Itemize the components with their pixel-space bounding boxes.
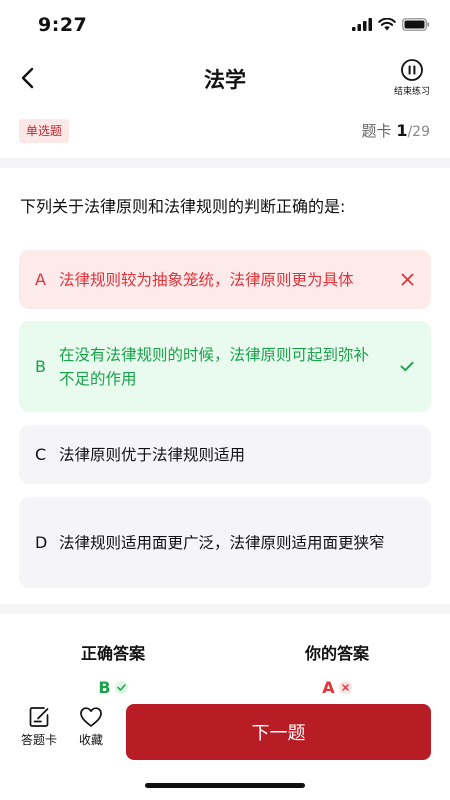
end-practice-label: 结束练习 (393, 87, 430, 97)
page-title: 法学 (204, 68, 246, 92)
check-icon (400, 361, 414, 372)
answer-card-button[interactable]: 答题卡 (16, 706, 62, 748)
question-meta: 单选题 题卡 1/29 (0, 116, 450, 148)
home-indicator (145, 783, 305, 788)
pause-circle-icon (401, 59, 423, 81)
answer-card-label: 答题卡 (20, 733, 57, 747)
card-counter-total: /29 (407, 124, 430, 140)
question-type-badge: 单选题 (19, 119, 70, 143)
option-c[interactable]: C 法律原则优于法律规则适用 (19, 425, 431, 484)
favorite-button[interactable]: 收藏 (68, 706, 114, 748)
correct-answer-block: 正确答案 B (43, 640, 183, 697)
wifi-icon (378, 18, 396, 31)
cross-icon (401, 273, 413, 286)
divider (0, 604, 450, 614)
option-letter: C (35, 445, 47, 464)
correct-answer-label: 正确答案 (80, 644, 145, 663)
card-counter-prefix: 题卡 (361, 122, 392, 140)
heart-icon (80, 707, 102, 727)
my-answer-label: 你的答案 (304, 644, 369, 663)
divider (0, 158, 450, 168)
answer-card-icon (29, 707, 49, 727)
answer-summary: 正确答案 B 你的答案 A (0, 630, 450, 700)
cross-circle-icon (338, 681, 352, 694)
favorite-label: 收藏 (78, 733, 103, 747)
option-text: 法律原则优于法律规则适用 (59, 445, 246, 464)
check-circle-icon (114, 681, 128, 694)
correct-answer-value: B (98, 678, 111, 697)
bottom-bar: 答题卡 收藏 下一题 (0, 700, 450, 770)
status-icons (352, 18, 430, 31)
question-text: 下列关于法律原则和法律规则的判断正确的是: (20, 197, 346, 216)
option-letter: D (35, 533, 48, 552)
card-counter-current: 1 (396, 121, 408, 140)
option-text: 法律规则适用面更广泛，法律原则适用面更狭窄 (59, 533, 385, 552)
my-answer-block: 你的答案 A (267, 640, 407, 697)
status-time: 9:27 (38, 14, 88, 36)
option-d[interactable]: D 法律规则适用面更广泛，法律原则适用面更狭窄 (19, 497, 431, 588)
end-practice-button[interactable]: 结束练习 (388, 58, 436, 97)
option-b[interactable]: B 在没有法律规则的时候，法律原则可起到弥补不足的作用 (19, 321, 431, 412)
my-answer-value: A (322, 678, 335, 697)
status-bar: 9:27 (0, 0, 450, 52)
next-question-button[interactable]: 下一题 (126, 704, 431, 760)
option-letter: A (35, 270, 46, 289)
option-text: 法律规则较为抽象笼统，法律原则更为具体 (59, 270, 354, 289)
option-a[interactable]: A 法律规则较为抽象笼统，法律原则更为具体 (19, 250, 431, 309)
option-text: 在没有法律规则的时候，法律原则可起到弥补不足的作用 (59, 345, 370, 388)
signal-icon (352, 18, 372, 31)
option-letter: B (35, 357, 46, 376)
card-counter[interactable]: 题卡 1/29 (362, 120, 430, 141)
nav-bar: 法学 结束练习 (0, 52, 450, 104)
battery-icon (402, 18, 430, 31)
